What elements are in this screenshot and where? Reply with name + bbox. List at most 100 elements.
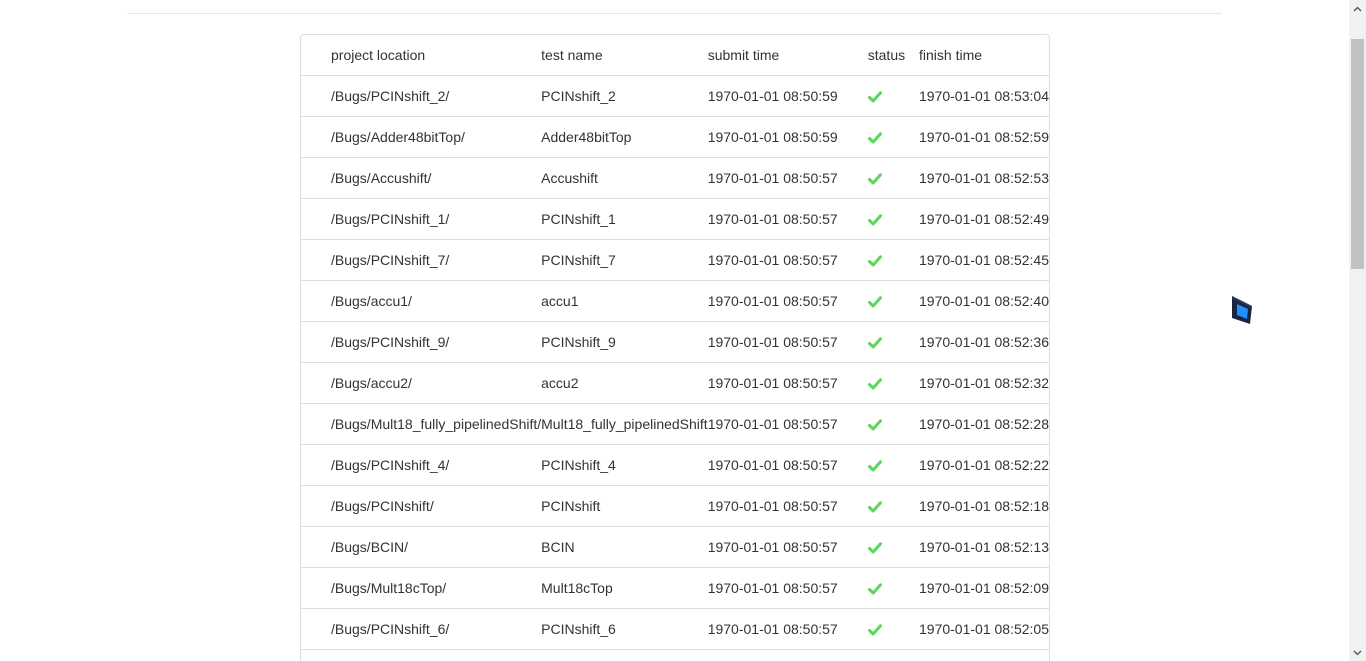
check-icon (867, 91, 882, 103)
check-icon (867, 583, 882, 595)
cell-submit-time: 1970-01-01 08:50:57 (707, 608, 868, 650)
top-divider (127, 13, 1222, 14)
header-submit-time[interactable]: submit time (707, 35, 868, 76)
cell-project-location-text: /Bugs/PCINshift_6/ (331, 621, 450, 637)
check-icon (867, 460, 882, 472)
scroll-thumb[interactable] (1351, 39, 1364, 269)
cell-test-name-text: BCIN (541, 539, 575, 555)
check-icon (867, 378, 882, 390)
table-header-row: project location test name submit time s… (301, 35, 1049, 76)
cell-status (867, 239, 919, 281)
cell-project-location-text: /Bugs/Mult18_fully_pipelinedShift/ (331, 416, 542, 432)
table-row[interactable]: /Bugs/PCINshift_1/PCINshift_1 1970-01-01 … (301, 198, 1049, 240)
cell-status (867, 157, 919, 199)
cell-test-name-text: PCINshift (541, 498, 601, 514)
cell-status (867, 362, 919, 404)
cell-project-location: /Bugs/BCIN/ (301, 526, 542, 568)
cell-test-name-text: PCINshift_6 (541, 621, 616, 637)
cell-test-name: accu2 (541, 362, 708, 404)
check-icon (867, 296, 882, 308)
cell-project-location: /Bugs/PCINshift/ (301, 485, 542, 527)
table-row[interactable]: /Bugs/PCINshift_9/PCINshift_9 1970-01-01 … (301, 321, 1049, 363)
check-icon (867, 255, 882, 267)
cell-status (867, 485, 919, 527)
cell-submit-time-text: 1970-01-01 08:50:57 (707, 621, 838, 637)
cell-test-name: PCINshift (541, 485, 708, 527)
check-icon (867, 419, 882, 431)
results-table-panel: project location test name submit time s… (300, 34, 1050, 661)
cell-test-name-text: PCINshift_2 (541, 88, 616, 104)
header-project-location[interactable]: project location (301, 35, 542, 76)
cell-submit-time: 1970-01-01 08:50:57 (707, 321, 868, 363)
cell-project-location: /Bugs/PCINshift_4/ (301, 444, 542, 486)
cell-project-location-text: /Bugs/BCIN/ (331, 539, 409, 555)
table-row[interactable]: /Bugs/PCINshift_4/PCINshift_4 1970-01-01 … (301, 444, 1049, 486)
table-row[interactable]: /Bugs/Mult18cTop/Mult18cTop 1970-01-01 08… (301, 567, 1049, 609)
cell-project-location: /Bugs/Adder48bitTop/ (301, 116, 542, 158)
cell-test-name-text: PCINshift_1 (541, 211, 616, 227)
table-row[interactable]: /Bugs/PCINshift_7/PCINshift_7 1970-01-01 … (301, 239, 1049, 281)
cell-finish-time: 1970-01-01 08:52:36 (919, 321, 1049, 363)
cell-project-location: /Bugs/Mult18cTop/ (301, 567, 542, 609)
table-row[interactable]: /Bugs/accu2/accu2 1970-01-01 08:50:57 1970… (301, 362, 1049, 404)
cell-finish-time-text: 1970-01-01 08:52:05 (919, 621, 1049, 637)
cell-finish-time-text: 1970-01-01 08:52:13 (919, 539, 1049, 555)
cell-status (867, 526, 919, 568)
cell-submit-time-text: 1970-01-01 08:50:57 (707, 580, 838, 596)
cell-test-name: PCINshift_1 (541, 198, 708, 240)
cell-finish-time-text: 1970-01-01 08:52:28 (919, 416, 1049, 432)
cell-submit-time-text: 1970-01-01 08:50:57 (707, 334, 838, 350)
cell-test-name-text: Adder48bitTop (541, 129, 632, 145)
cell-finish-time-text: 1970-01-01 08:52:49 (919, 211, 1049, 227)
cell-finish-time-text: 1970-01-01 08:52:09 (919, 580, 1049, 596)
cell-finish-time: 1970-01-01 08:52:22 (919, 444, 1049, 486)
cell-project-location: /Bugs/Accushift/ (301, 157, 542, 199)
cell-finish-time-text: 1970-01-01 08:53:04 (919, 88, 1049, 104)
scroll-down-button[interactable] (1349, 644, 1366, 661)
results-table: project location test name submit time s… (301, 35, 1049, 661)
cell-submit-time-text: 1970-01-01 08:50:57 (707, 498, 838, 514)
cell-status (867, 444, 919, 486)
check-icon (867, 624, 882, 636)
cell-test-name: PCINshift_2 (541, 75, 708, 117)
table-row[interactable]: /Bugs/Accushift/Accushift 1970-01-01 08:5… (301, 157, 1049, 199)
cell-project-location-text: /Bugs/PCINshift_7/ (331, 252, 450, 268)
table-row[interactable]: /Bugs/BCIN/BCIN 1970-01-01 08:50:57 1970-0… (301, 526, 1049, 568)
cell-finish-time-text: 1970-01-01 08:52:53 (919, 170, 1049, 186)
header-finish-time[interactable]: finish time (919, 35, 1049, 76)
cell-submit-time: 1970-01-01 08:50:57 (707, 485, 868, 527)
check-icon (867, 337, 882, 349)
table-row[interactable]: /Bugs/Adder48bitTop/Adder48bitTop 1970-01… (301, 116, 1049, 158)
cell-test-name: accu1 (541, 280, 708, 322)
cell-submit-time-text: 1970-01-01 08:50:57 (707, 375, 838, 391)
cell-project-location: /Bugs/PCINshift_6/ (301, 608, 542, 650)
table-row[interactable]: /Bugs/PCINshift/PCINshift 1970-01-01 08:5… (301, 485, 1049, 527)
cell-finish-time-text: 1970-01-01 08:52:36 (919, 334, 1049, 350)
scroll-up-button[interactable] (1349, 0, 1366, 17)
cell-submit-time-text: 1970-01-01 08:50:57 (707, 170, 838, 186)
table-row[interactable] (301, 649, 1049, 661)
cell-project-location: /Bugs/PCINshift_1/ (301, 198, 542, 240)
cell-status (867, 608, 919, 650)
table-row[interactable]: /Bugs/PCINshift_2/PCINshift_2 1970-01-01 … (301, 75, 1049, 117)
cell-finish-time-text: 1970-01-01 08:52:40 (919, 293, 1049, 309)
table-row[interactable]: /Bugs/PCINshift_6/PCINshift_6 1970-01-01 … (301, 608, 1049, 650)
cell-submit-time: 1970-01-01 08:50:57 (707, 567, 868, 609)
cell-test-name: PCINshift_9 (541, 321, 708, 363)
cell-submit-time: 1970-01-01 08:50:59 (707, 116, 868, 158)
cell-submit-time-text: 1970-01-01 08:50:57 (707, 539, 838, 555)
cell-submit-time-text: 1970-01-01 08:50:57 (707, 457, 838, 473)
cell-submit-time: 1970-01-01 08:50:57 (707, 526, 868, 568)
table-row[interactable]: /Bugs/Mult18_fully_pipelinedShift/Mult18… (301, 403, 1049, 445)
check-icon (867, 132, 882, 144)
cell-project-location-text: /Bugs/PCINshift/ (331, 498, 434, 514)
cube-logo-icon[interactable] (1230, 294, 1254, 328)
cell-test-name-text: accu2 (541, 375, 579, 391)
cell-test-name: Accushift (541, 157, 708, 199)
cell-test-name: Mult18cTop (541, 567, 708, 609)
header-test-name[interactable]: test name (541, 35, 708, 76)
cell-test-name: PCINshift_6 (541, 608, 708, 650)
vertical-scrollbar[interactable] (1349, 0, 1366, 661)
table-row[interactable]: /Bugs/accu1/accu1 1970-01-01 08:50:57 1970… (301, 280, 1049, 322)
header-status[interactable]: status (867, 35, 919, 76)
